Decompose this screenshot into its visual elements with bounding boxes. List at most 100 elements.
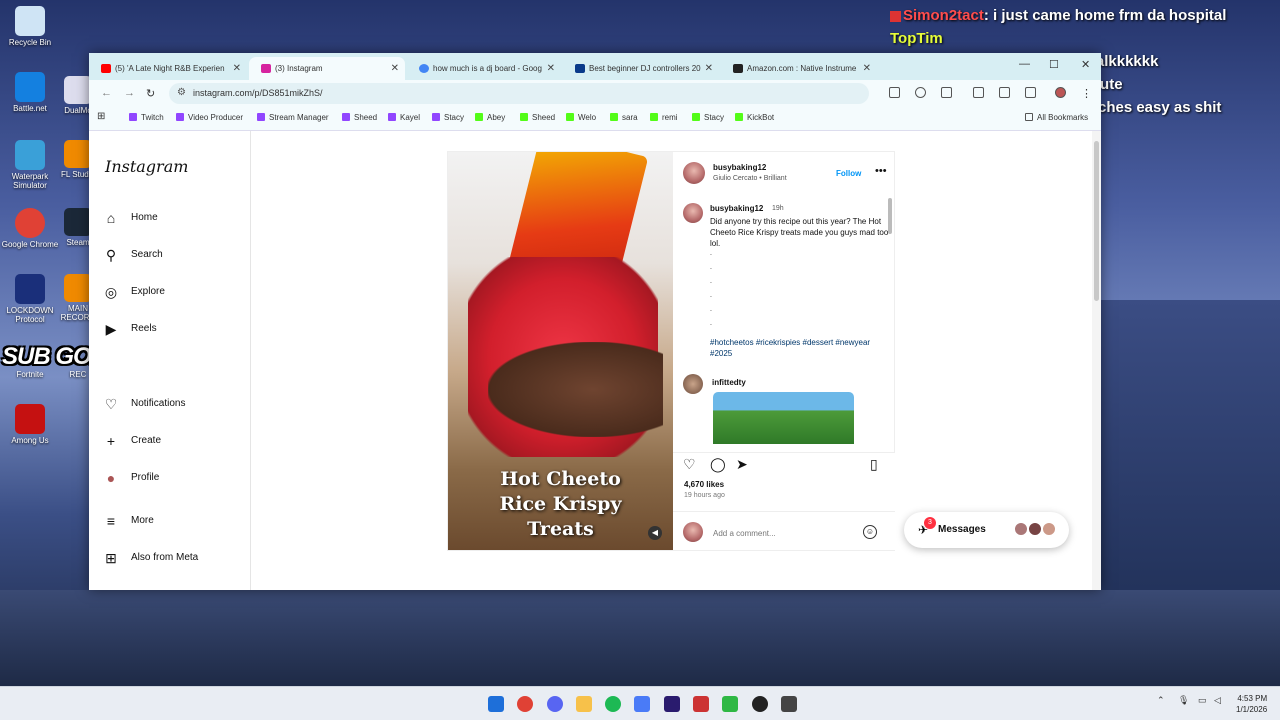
- apps-icon[interactable]: ⊞: [97, 111, 105, 122]
- tab-amazon[interactable]: Amazon.com : Native Instrume ✕: [721, 57, 877, 80]
- desktop-icon-recycle-bin[interactable]: Recycle Bin: [0, 6, 60, 47]
- bookmark-sara[interactable]: sara: [610, 113, 638, 122]
- close-icon[interactable]: ✕: [391, 63, 399, 74]
- bookmark-sheed-kick[interactable]: Sheed: [520, 113, 555, 122]
- close-icon[interactable]: ✕: [863, 63, 871, 74]
- extension-icon[interactable]: [915, 87, 926, 98]
- bookmark-welo[interactable]: Welo: [566, 113, 596, 122]
- bookmark-abey[interactable]: Abey: [475, 113, 505, 122]
- system-clock[interactable]: 4:53 PM 1/1/2026: [1236, 693, 1267, 715]
- comment-avatar[interactable]: [683, 374, 703, 394]
- commenter-avatar[interactable]: [683, 203, 703, 223]
- desktop-icons: Recycle Bin Battle.net Waterpark Simulat…: [0, 0, 95, 460]
- save-bookmark-icon[interactable]: ▯: [870, 456, 878, 473]
- follow-button[interactable]: Follow: [836, 169, 861, 178]
- search-icon: ⚲: [105, 247, 117, 263]
- close-icon[interactable]: ✕: [705, 63, 713, 74]
- messages-badge: 3: [924, 517, 936, 529]
- url-input[interactable]: ⚙ instagram.com/p/DS85‌1mikZhS/: [169, 83, 869, 104]
- bookmark-stacy[interactable]: Stacy: [432, 113, 464, 122]
- audio-label[interactable]: Giulio Cercato • Brilliant: [713, 175, 787, 182]
- bookmark-stream-manager[interactable]: Stream Manager: [257, 113, 329, 122]
- author-username[interactable]: busybaking12: [713, 163, 766, 172]
- app-icon[interactable]: [781, 696, 797, 712]
- app-icon[interactable]: [693, 696, 709, 712]
- extension-icon[interactable]: [889, 87, 900, 98]
- post-details: busybaking12 Giulio Cercato • Brilliant …: [673, 152, 895, 550]
- bookmark-video-producer[interactable]: Video Producer: [176, 113, 243, 122]
- tab-dj-controllers[interactable]: Best beginner DJ controllers 20 ✕: [563, 57, 719, 80]
- desktop-icon-fortnite[interactable]: Fortnite: [0, 370, 60, 379]
- site-info-icon[interactable]: ⚙: [177, 87, 186, 98]
- post-video[interactable]: Hot Cheeto Rice Krispy Treats ◀: [448, 152, 673, 550]
- scrollbar-thumb[interactable]: [1094, 141, 1099, 301]
- desktop-icon-battlenet[interactable]: Battle.net: [0, 72, 60, 113]
- amazon-icon: [733, 64, 743, 73]
- comment-icon[interactable]: ◯: [710, 456, 726, 473]
- like-heart-icon[interactable]: ♡: [683, 456, 696, 473]
- chrome-taskbar-icon[interactable]: [517, 696, 533, 712]
- chat-message: TopTim: [890, 27, 1275, 50]
- file-explorer-icon[interactable]: [576, 696, 592, 712]
- spotify-icon[interactable]: [605, 696, 621, 712]
- tab-instagram[interactable]: (3) Instagram ✕: [249, 57, 405, 80]
- close-icon[interactable]: ✕: [233, 63, 241, 74]
- caption-author[interactable]: busybaking12: [710, 204, 763, 213]
- maximize-icon[interactable]: ☐: [1049, 58, 1059, 71]
- menu-icon[interactable]: ⋮: [1081, 87, 1092, 100]
- microphone-icon[interactable]: 🎙: [1178, 695, 1189, 706]
- instagram-logo[interactable]: Instagram: [105, 157, 188, 176]
- emoji-icon[interactable]: ☺: [863, 525, 877, 539]
- mute-icon[interactable]: ◀: [648, 526, 662, 540]
- kick-icon: [650, 113, 658, 121]
- twitch-icon: [432, 113, 440, 121]
- bookmark-kayel[interactable]: Kayel: [388, 113, 420, 122]
- back-icon[interactable]: ←: [101, 87, 112, 99]
- desktop-icon-waterpark[interactable]: Waterpark Simulator: [0, 140, 60, 190]
- minimize-icon[interactable]: —: [1019, 58, 1030, 70]
- tab-youtube[interactable]: (5) 'A Late Night R&B Experien ✕: [89, 57, 247, 80]
- tab-google[interactable]: how much is a dj board - Goog ✕: [407, 57, 561, 80]
- bookmark-kickbot[interactable]: KickBot: [735, 113, 774, 122]
- messages-button[interactable]: ✈ 3 Messages: [904, 512, 1069, 548]
- add-comment-input[interactable]: Add a comment...: [713, 529, 776, 538]
- bookmark-twitch[interactable]: Twitch: [129, 113, 164, 122]
- forward-icon[interactable]: →: [124, 87, 135, 99]
- reload-icon[interactable]: ↻: [146, 87, 155, 100]
- extension-icon[interactable]: [941, 87, 952, 98]
- bookmark-remi[interactable]: remi: [650, 113, 678, 122]
- comments-scrollbar[interactable]: [888, 198, 892, 234]
- home-icon: ⌂: [106, 210, 116, 226]
- more-options-icon[interactable]: •••: [875, 165, 887, 177]
- close-window-icon[interactable]: ✕: [1081, 58, 1090, 71]
- bookmark-stacy-kick[interactable]: Stacy: [692, 113, 724, 122]
- bookmark-sheed[interactable]: Sheed: [342, 113, 377, 122]
- bookmarks-bar: ⊞ Twitch Video Producer Stream Manager S…: [89, 107, 1101, 131]
- close-icon[interactable]: ✕: [547, 63, 555, 74]
- volume-icon[interactable]: ◁: [1214, 695, 1221, 706]
- network-icon[interactable]: ▭: [1198, 695, 1207, 706]
- comment-username[interactable]: infittedty: [712, 378, 746, 387]
- tray-chevron-icon[interactable]: ⌃: [1157, 695, 1165, 706]
- post-hashtags[interactable]: #hotcheetos #ricekrispies #dessert #newy…: [710, 337, 880, 359]
- profile-avatar[interactable]: [1055, 87, 1066, 98]
- start-icon[interactable]: [488, 696, 504, 712]
- premiere-icon[interactable]: [664, 696, 680, 712]
- page-scrollbar[interactable]: [1092, 131, 1101, 590]
- share-icon[interactable]: ➤: [736, 456, 748, 473]
- extensions-icon[interactable]: [999, 87, 1010, 98]
- all-bookmarks[interactable]: All Bookmarks: [1025, 113, 1088, 122]
- app-icon[interactable]: [634, 696, 650, 712]
- desktop-icon-chrome[interactable]: Google Chrome: [0, 208, 60, 249]
- app-icon[interactable]: [722, 696, 738, 712]
- likes-count[interactable]: 4,670 likes: [684, 480, 724, 489]
- wallpaper-ground: [0, 590, 1280, 686]
- obs-icon[interactable]: [752, 696, 768, 712]
- bookmark-star-icon[interactable]: [973, 87, 984, 98]
- author-avatar[interactable]: [683, 162, 705, 184]
- discord-icon[interactable]: [547, 696, 563, 712]
- desktop-icon-among-us[interactable]: Among Us: [0, 404, 60, 445]
- kick-icon: [692, 113, 700, 121]
- desktop-icon-lockdown[interactable]: LOCKDOWN Protocol: [0, 274, 60, 324]
- downloads-icon[interactable]: [1025, 87, 1036, 98]
